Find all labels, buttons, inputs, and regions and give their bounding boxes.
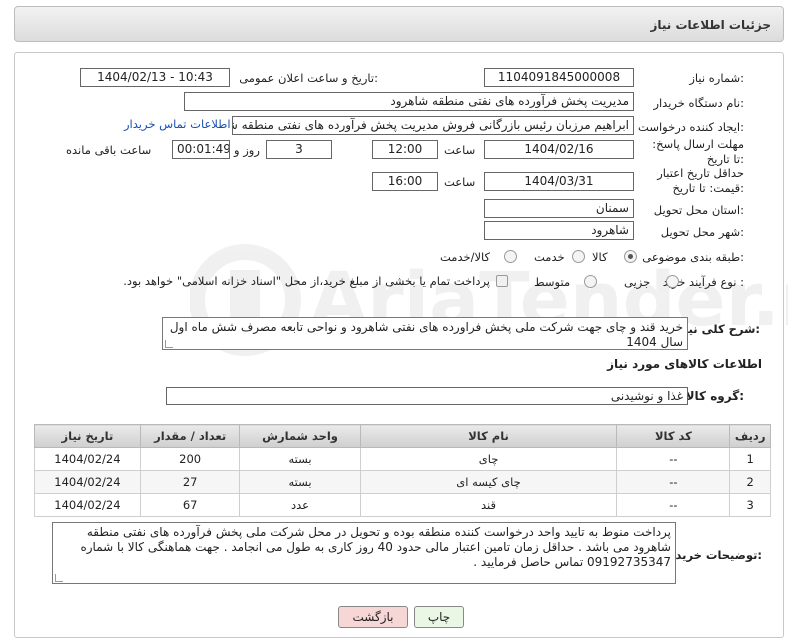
- deadline-time-field[interactable]: 12:00: [372, 140, 438, 159]
- buyer-notes-text: پرداخت منوط به تایید واحد درخواست کننده …: [80, 525, 671, 569]
- cell-code: --: [616, 447, 731, 471]
- col-qty-header: تعداد / مقدار: [139, 424, 241, 448]
- buyer-notes-textarea[interactable]: پرداخت منوط به تایید واحد درخواست کننده …: [52, 522, 676, 584]
- cell-name: قند: [359, 493, 618, 517]
- cell-row: 2: [729, 470, 771, 494]
- col-date-header: تاریخ نیاز: [34, 424, 141, 448]
- cell-qty: 27: [139, 470, 241, 494]
- deadline-label: مهلت ارسال پاسخ: تا تاریخ:: [652, 137, 744, 166]
- category-goods-radio[interactable]: [624, 250, 637, 263]
- cell-row: 3: [729, 493, 771, 517]
- page-title: جزئیات اطلاعات نیاز: [650, 18, 771, 32]
- category-goods-label: کالا: [592, 250, 608, 264]
- goods-group-field[interactable]: غذا و نوشیدنی: [166, 387, 688, 405]
- cell-date: 1404/02/24: [34, 470, 141, 494]
- category-both-radio[interactable]: [504, 250, 517, 263]
- treasury-payment-note: پرداخت تمام یا بخشی از مبلغ خرید،از محل …: [123, 274, 490, 288]
- goods-table: ردیف کد کالا نام کالا واحد شمارش تعداد /…: [34, 424, 771, 517]
- cell-code: --: [616, 470, 731, 494]
- description-label: شرح کلی نیاز:: [677, 322, 760, 336]
- back-button[interactable]: بازگشت: [338, 606, 408, 628]
- category-service-radio[interactable]: [572, 250, 585, 263]
- cell-date: 1404/02/24: [34, 493, 141, 517]
- creator-label: ایجاد کننده درخواست:: [638, 120, 744, 134]
- col-code-header: کد کالا: [616, 424, 731, 448]
- category-label: طبقه بندی موضوعی:: [642, 250, 744, 264]
- cell-name: چای کیسه ای: [359, 470, 618, 494]
- announce-datetime-field[interactable]: 1404/02/13 - 10:43: [80, 68, 230, 87]
- announce-label: تاریخ و ساعت اعلان عمومی:: [239, 71, 378, 85]
- city-field[interactable]: شاهرود: [484, 221, 634, 240]
- print-button[interactable]: چاپ: [414, 606, 464, 628]
- cell-code: --: [616, 493, 731, 517]
- remaining-time-label: ساعت باقی مانده: [66, 143, 152, 157]
- description-text: خرید قند و چای جهت شرکت ملی پخش فراورده …: [169, 320, 683, 349]
- need-number-label: شماره نیاز:: [689, 71, 744, 85]
- table-row[interactable]: 1 -- چای بسته 200 1404/02/24: [34, 447, 771, 471]
- province-field[interactable]: سمنان: [484, 199, 634, 218]
- deadline-time-label: ساعت: [444, 143, 476, 157]
- category-service-label: خدمت: [534, 250, 565, 264]
- buyer-notes-label: توضیحات خریدار:: [664, 548, 762, 562]
- cell-unit: عدد: [239, 493, 361, 517]
- need-number-field[interactable]: 1104091845000008: [484, 68, 634, 87]
- cell-row: 1: [729, 447, 771, 471]
- buyer-org-field[interactable]: مدیریت پخش فرآورده های نفتی منطقه شاهرود: [184, 92, 634, 111]
- buyer-org-label: نام دستگاه خریدار:: [653, 96, 744, 110]
- process-minor-radio[interactable]: [666, 275, 679, 288]
- cell-qty: 200: [139, 447, 241, 471]
- cell-unit: بسته: [239, 470, 361, 494]
- cell-date: 1404/02/24: [34, 447, 141, 471]
- validity-date-field[interactable]: 1404/03/31: [484, 172, 634, 191]
- category-both-label: کالا/خدمت: [440, 250, 491, 264]
- creator-field[interactable]: ابراهیم مرزبان رئیس بازرگانی فروش مدیریت…: [232, 116, 634, 135]
- validity-time-field[interactable]: 16:00: [372, 172, 438, 191]
- process-medium-label: متوسط: [534, 275, 571, 289]
- table-header-row: ردیف کد کالا نام کالا واحد شمارش تعداد /…: [34, 424, 771, 448]
- table-row[interactable]: 2 -- چای کیسه ای بسته 27 1404/02/24: [34, 470, 771, 494]
- goods-group-label: گروه کالا:: [685, 389, 744, 403]
- cell-unit: بسته: [239, 447, 361, 471]
- deadline-date-field[interactable]: 1404/02/16: [484, 140, 634, 159]
- validity-time-label: ساعت: [444, 175, 476, 189]
- col-unit-header: واحد شمارش: [239, 424, 361, 448]
- remaining-time-field[interactable]: 00:01:49: [172, 140, 230, 159]
- days-label: روز و: [234, 143, 260, 157]
- description-textarea[interactable]: خرید قند و چای جهت شرکت ملی پخش فراورده …: [162, 317, 688, 350]
- col-name-header: نام کالا: [359, 424, 618, 448]
- days-remaining-field[interactable]: 3: [266, 140, 332, 159]
- process-minor-label: جزیی: [624, 275, 651, 289]
- cell-qty: 67: [139, 493, 241, 517]
- goods-section-title: اطلاعات کالاهای مورد نیاز: [607, 357, 762, 371]
- cell-name: چای: [359, 447, 618, 471]
- province-label: استان محل تحویل:: [653, 203, 744, 217]
- buyer-contact-link[interactable]: اطلاعات تماس خریدار: [124, 117, 231, 131]
- validity-label: حداقل تاریخ اعتبار قیمت: تا تاریخ:: [657, 166, 744, 195]
- header-bar: جزئیات اطلاعات نیاز: [14, 6, 784, 42]
- col-row-header: ردیف: [729, 424, 771, 448]
- process-medium-radio[interactable]: [584, 275, 597, 288]
- table-row[interactable]: 3 -- قند عدد 67 1404/02/24: [34, 493, 771, 517]
- resize-grip-icon[interactable]: [165, 340, 173, 348]
- resize-grip-icon[interactable]: [55, 574, 63, 582]
- treasury-payment-checkbox[interactable]: [496, 275, 508, 287]
- city-label: شهر محل تحویل:: [660, 225, 744, 239]
